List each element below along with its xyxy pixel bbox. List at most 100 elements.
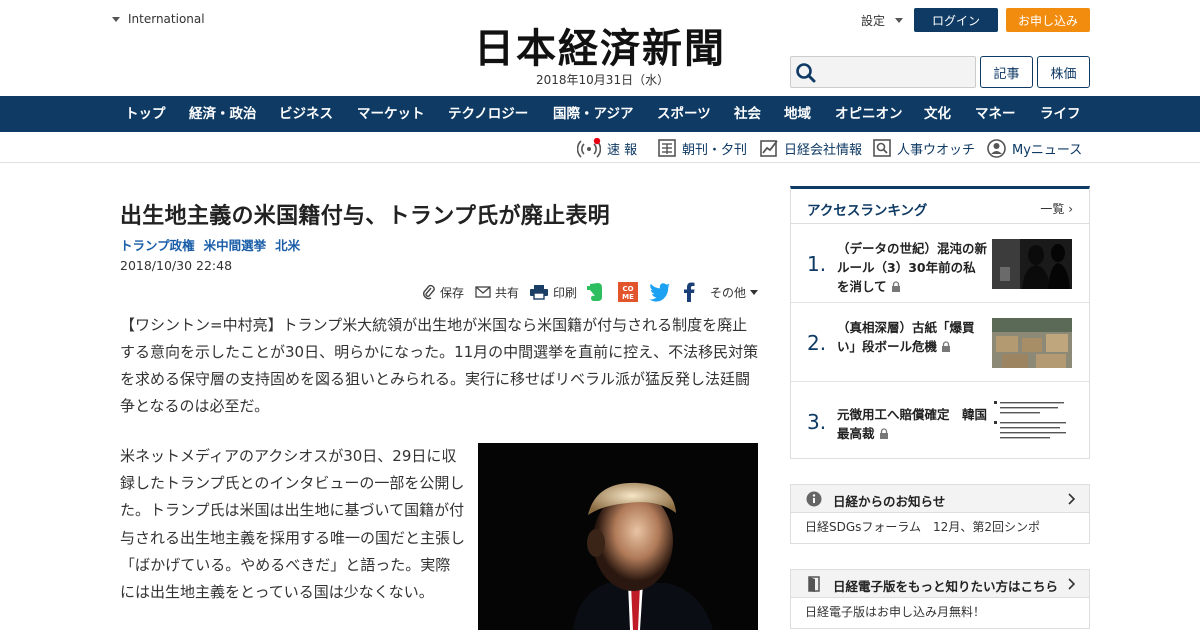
subnav-company-label: 日経会社情報 <box>784 142 863 158</box>
subscribe-button[interactable]: お申し込み <box>1006 8 1090 32</box>
nav-item-society[interactable]: 社会 <box>734 96 761 132</box>
printer-icon <box>530 285 548 300</box>
chevron-right-icon <box>1068 493 1075 505</box>
digital-body[interactable]: 日経電子版はお申し込み月無料！ <box>791 598 1089 628</box>
subnav-my-news[interactable]: Myニュース <box>987 138 1082 158</box>
share-button[interactable]: 共有 <box>475 280 519 304</box>
envelope-icon <box>475 286 491 298</box>
evernote-icon[interactable] <box>586 280 604 304</box>
print-button[interactable]: 印刷 <box>529 280 577 304</box>
save-button[interactable]: 保存 <box>422 280 464 304</box>
portrait-image <box>478 443 758 630</box>
user-icon <box>987 138 1006 158</box>
edition-date: 2018年10月31日（水） <box>536 73 670 87</box>
masthead-logo[interactable]: 日本経済新聞 <box>448 24 752 70</box>
subnav-mynews-label: Myニュース <box>1012 142 1083 158</box>
nav-item-culture[interactable]: 文化 <box>924 96 951 132</box>
subnav-breaking-label: 速 報 <box>607 142 638 158</box>
caret-down-icon <box>750 289 759 295</box>
info-icon <box>806 491 822 507</box>
share-label: 共有 <box>495 285 520 300</box>
come-icon[interactable]: CO ME <box>618 280 638 304</box>
ranking-header: アクセスランキング 一覧 › <box>791 189 1089 224</box>
caret-down-icon <box>895 18 904 23</box>
article-body: 米ネットメディアのアクシオスが30日、29日に収録したトランプ氏とのインタビュー… <box>120 447 466 602</box>
svg-text:ME: ME <box>622 293 634 301</box>
ranking-thumbnail <box>992 318 1072 368</box>
region-label: International <box>128 12 205 26</box>
ranking-thumbnail <box>992 397 1072 447</box>
article-lede: 【ワシントン=中村亮】トランプ米大統領が出生地が米国なら米国籍が付与される制度を… <box>120 316 759 415</box>
article-toolbar: 保存 共有 印刷 CO ME その他 <box>420 280 760 304</box>
nav-item-international[interactable]: 国際・アジア <box>553 96 633 132</box>
ranking-headline: （真相深層）古紙「爆買い」段ボール危機 <box>837 320 975 354</box>
nav-item-top[interactable]: トップ <box>125 96 166 132</box>
settings-menu[interactable]: 設定 <box>861 12 904 29</box>
masthead-text: 日本経済新聞 <box>474 25 726 70</box>
tag-link[interactable]: 北米 <box>275 235 300 254</box>
subnav-company-info[interactable]: 日経会社情報 <box>760 138 862 158</box>
save-label: 保存 <box>440 285 465 300</box>
ranking-number: 1. <box>807 252 827 276</box>
primary-nav: トップ 経済・政治 ビジネス マーケット テクノロジー 国際・アジア スポーツ … <box>0 96 1200 132</box>
settings-label: 設定 <box>861 14 886 28</box>
ranking-item[interactable]: 2. （真相深層）古紙「爆買い」段ボール危機 <box>791 304 1089 382</box>
ranking-item[interactable]: 1. （データの世紀）混沌の新ルール（3）30年前の私を消して <box>791 225 1089 303</box>
ranking-number: 2. <box>807 331 827 355</box>
digital-promo-box[interactable]: 日経電子版をもっと知りたい方はこちら 日経電子版はお申し込み月無料！ <box>790 569 1090 629</box>
subnav-paper-label: 朝刊・夕刊 <box>682 142 748 158</box>
region-selector[interactable]: International <box>112 12 205 26</box>
digital-box-header[interactable]: 日経電子版をもっと知りたい方はこちら <box>791 570 1089 598</box>
lock-icon <box>891 281 900 292</box>
ranking-number: 3. <box>807 410 827 434</box>
ranking-headline: 元徴用工へ賠償確定 韓国最高裁 <box>837 407 988 441</box>
book-icon <box>808 576 820 592</box>
lock-icon <box>942 341 951 352</box>
tag-link[interactable]: トランプ政権 <box>120 235 195 254</box>
broadcast-icon <box>577 138 601 158</box>
ranking-headline: （データの世紀）混沌の新ルール（3）30年前の私を消して <box>837 241 988 294</box>
ranking-item[interactable]: 3. 元徴用工へ賠償確定 韓国最高裁 <box>791 383 1089 461</box>
notice-box[interactable]: 日経からのお知らせ 日経SDGsフォーラム 12月、第2回シンポ <box>790 484 1090 544</box>
secondary-nav: 速 報 朝刊・夕刊 日経会社情報 人事ウオッチ Myニュース <box>0 132 1200 163</box>
nav-item-opinion[interactable]: オピニオン <box>835 96 903 132</box>
magnifier-icon <box>873 139 891 157</box>
lock-icon <box>879 428 888 439</box>
chart-icon <box>760 140 778 157</box>
login-button[interactable]: ログイン <box>914 8 998 32</box>
ranking-thumbnail <box>992 239 1072 289</box>
nav-item-sports[interactable]: スポーツ <box>657 96 711 132</box>
article-tags: トランプ政権 米中間選挙 北米 <box>120 235 300 254</box>
subnav-paper-edition[interactable]: 朝刊・夕刊 <box>658 138 747 158</box>
facebook-icon[interactable] <box>683 280 695 304</box>
twitter-icon[interactable] <box>649 280 671 304</box>
caret-down-icon <box>112 16 120 22</box>
print-label: 印刷 <box>553 285 578 300</box>
site-header: International 日本経済新聞 2018年10月31日（水） 設定 ロ… <box>0 0 1200 96</box>
svg-text:CO: CO <box>622 285 633 293</box>
search-input[interactable] <box>790 56 976 88</box>
article-timestamp: 2018/10/30 22:48 <box>120 258 233 273</box>
nav-item-money[interactable]: マネー <box>975 96 1016 132</box>
notice-title: 日経からのお知らせ <box>833 494 946 509</box>
notice-box-header[interactable]: 日経からのお知らせ <box>791 485 1089 513</box>
nav-item-market[interactable]: マーケット <box>357 96 425 132</box>
search-icon[interactable] <box>795 62 817 84</box>
subnav-breaking[interactable]: 速 報 <box>577 138 637 158</box>
newspaper-icon <box>658 139 676 157</box>
more-share-menu[interactable]: その他 <box>710 280 759 304</box>
paperclip-icon <box>423 284 435 300</box>
subnav-personnel-watch[interactable]: 人事ウオッチ <box>873 138 975 158</box>
nav-item-technology[interactable]: テクノロジー <box>448 96 528 132</box>
nav-item-economy-politics[interactable]: 経済・政治 <box>189 96 257 132</box>
chevron-right-icon <box>1068 578 1075 590</box>
notice-body[interactable]: 日経SDGsフォーラム 12月、第2回シンポ <box>791 513 1089 543</box>
nav-item-business[interactable]: ビジネス <box>279 96 333 132</box>
article-photo[interactable] <box>478 443 758 630</box>
tag-link[interactable]: 米中間選挙 <box>204 235 267 254</box>
ranking-all-link[interactable]: 一覧 › <box>1040 200 1073 217</box>
nav-item-life[interactable]: ライフ <box>1040 96 1081 132</box>
articles-search-button[interactable]: 記事 <box>980 56 1033 88</box>
stocks-search-button[interactable]: 株価 <box>1037 56 1090 88</box>
nav-item-region[interactable]: 地域 <box>784 96 811 132</box>
